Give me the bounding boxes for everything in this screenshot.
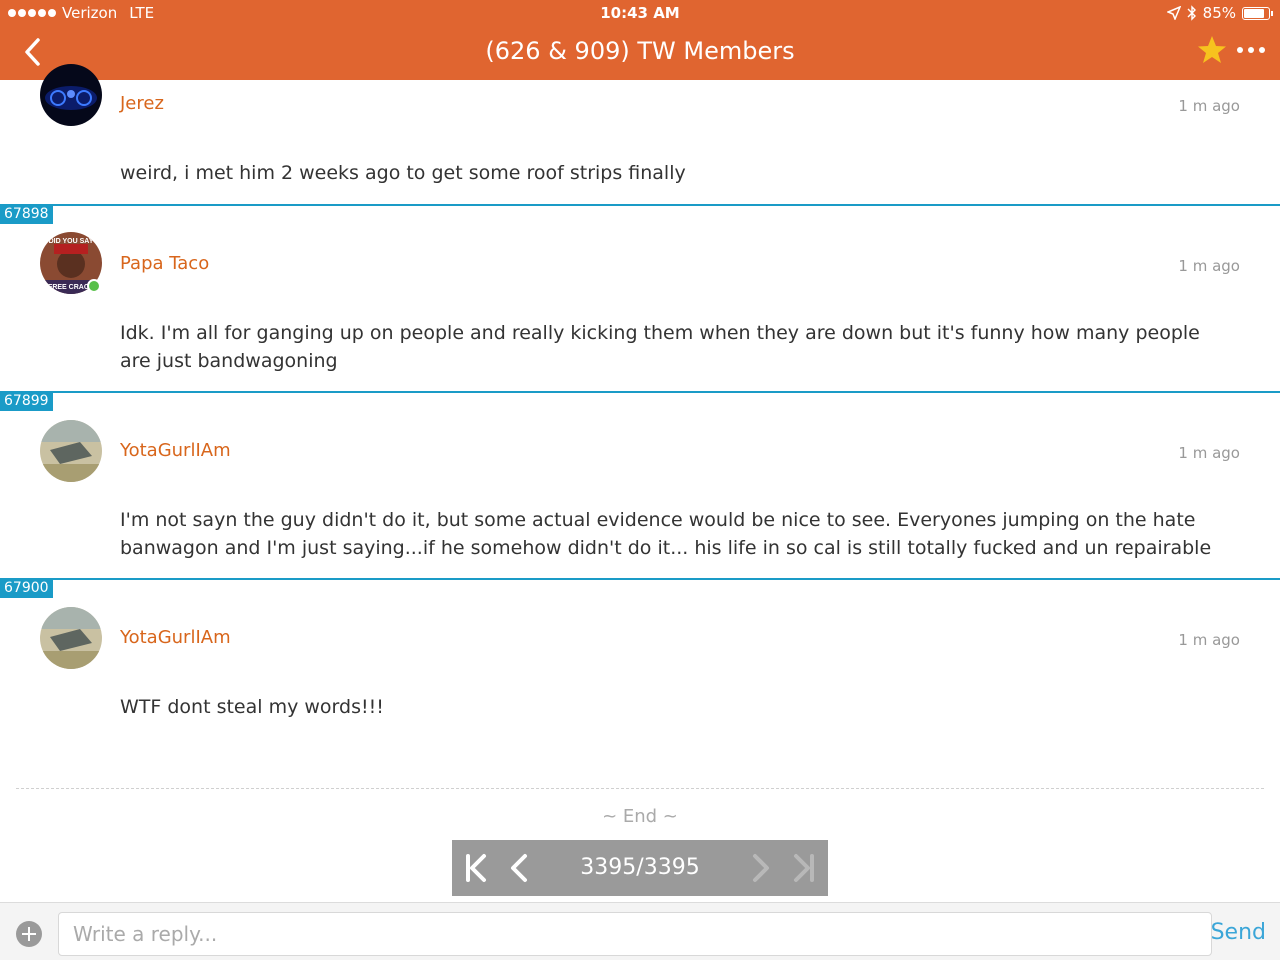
post-time: 1 m ago (1178, 97, 1240, 115)
send-button[interactable]: Send (1211, 920, 1266, 945)
post: 67899 YotaGurlIAm 1 m ago I'm not sayn t… (0, 391, 1280, 579)
post-time: 1 m ago (1178, 444, 1240, 462)
more-dot-icon (1248, 47, 1254, 53)
more-dot-icon (1237, 47, 1243, 53)
divider (16, 788, 1264, 789)
more-dot-icon (1259, 47, 1265, 53)
add-attachment-button[interactable] (16, 921, 42, 947)
battery-icon (1242, 6, 1273, 20)
app-header: Verizon LTE 10:43 AM 85% (626 & 909) TW … (0, 0, 1280, 80)
reply-bar: Send (0, 902, 1280, 960)
post-number: 67898 (0, 204, 53, 224)
more-options-button[interactable] (1232, 34, 1270, 66)
post: 67900 YotaGurlIAm 1 m ago WTF dont steal… (0, 578, 1280, 778)
last-page-button[interactable] (786, 850, 822, 886)
favorite-button[interactable] (1196, 34, 1228, 66)
nav-bar: (626 & 909) TW Members (0, 26, 1280, 80)
status-bar: Verizon LTE 10:43 AM 85% (0, 0, 1280, 26)
last-page-icon (794, 854, 814, 882)
status-right: 85% (1166, 4, 1273, 22)
pagination-bar: 3395/3395 (452, 840, 828, 896)
post-time: 1 m ago (1178, 257, 1240, 275)
avatar-caption-top: DID YOU SAY (49, 238, 94, 245)
next-page-button[interactable] (742, 850, 778, 886)
location-icon (1166, 6, 1181, 20)
post-message: WTF dont steal my words!!! (120, 696, 384, 718)
username[interactable]: Jerez (120, 93, 164, 114)
avatar[interactable] (40, 607, 102, 669)
avatar-image (40, 420, 102, 482)
post-separator (0, 204, 1280, 206)
end-label: ~ End ~ (602, 806, 678, 827)
post-message: Idk. I'm all for ganging up on people an… (120, 322, 1200, 372)
post-time: 1 m ago (1178, 631, 1240, 649)
post: 67898 DID YOU SAY FREE CRACK Papa Taco 1… (0, 204, 1280, 392)
post-number: 67899 (0, 391, 53, 411)
post-message: weird, i met him 2 weeks ago to get some… (120, 162, 686, 184)
post: Jerez 1 m ago weird, i met him 2 weeks a… (0, 64, 1280, 204)
page-title: (626 & 909) TW Members (485, 37, 795, 65)
reply-input[interactable] (58, 912, 1212, 956)
clock: 10:43 AM (600, 4, 680, 22)
username[interactable]: YotaGurlIAm (120, 627, 231, 648)
post-separator (0, 578, 1280, 580)
bluetooth-icon (1187, 5, 1196, 21)
chevron-right-icon (753, 854, 769, 882)
username[interactable]: Papa Taco (120, 253, 209, 274)
avatar-image (40, 64, 102, 126)
star-icon (1198, 36, 1226, 63)
avatar[interactable] (40, 64, 102, 126)
username[interactable]: YotaGurlIAm (120, 440, 231, 461)
post-message: I'm not sayn the guy didn't do it, but s… (120, 509, 1212, 559)
online-status-indicator (87, 279, 101, 293)
avatar-image (40, 607, 102, 669)
battery-percent: 85% (1202, 4, 1236, 22)
post-separator (0, 391, 1280, 393)
avatar[interactable] (40, 420, 102, 482)
post-number: 67900 (0, 578, 53, 598)
